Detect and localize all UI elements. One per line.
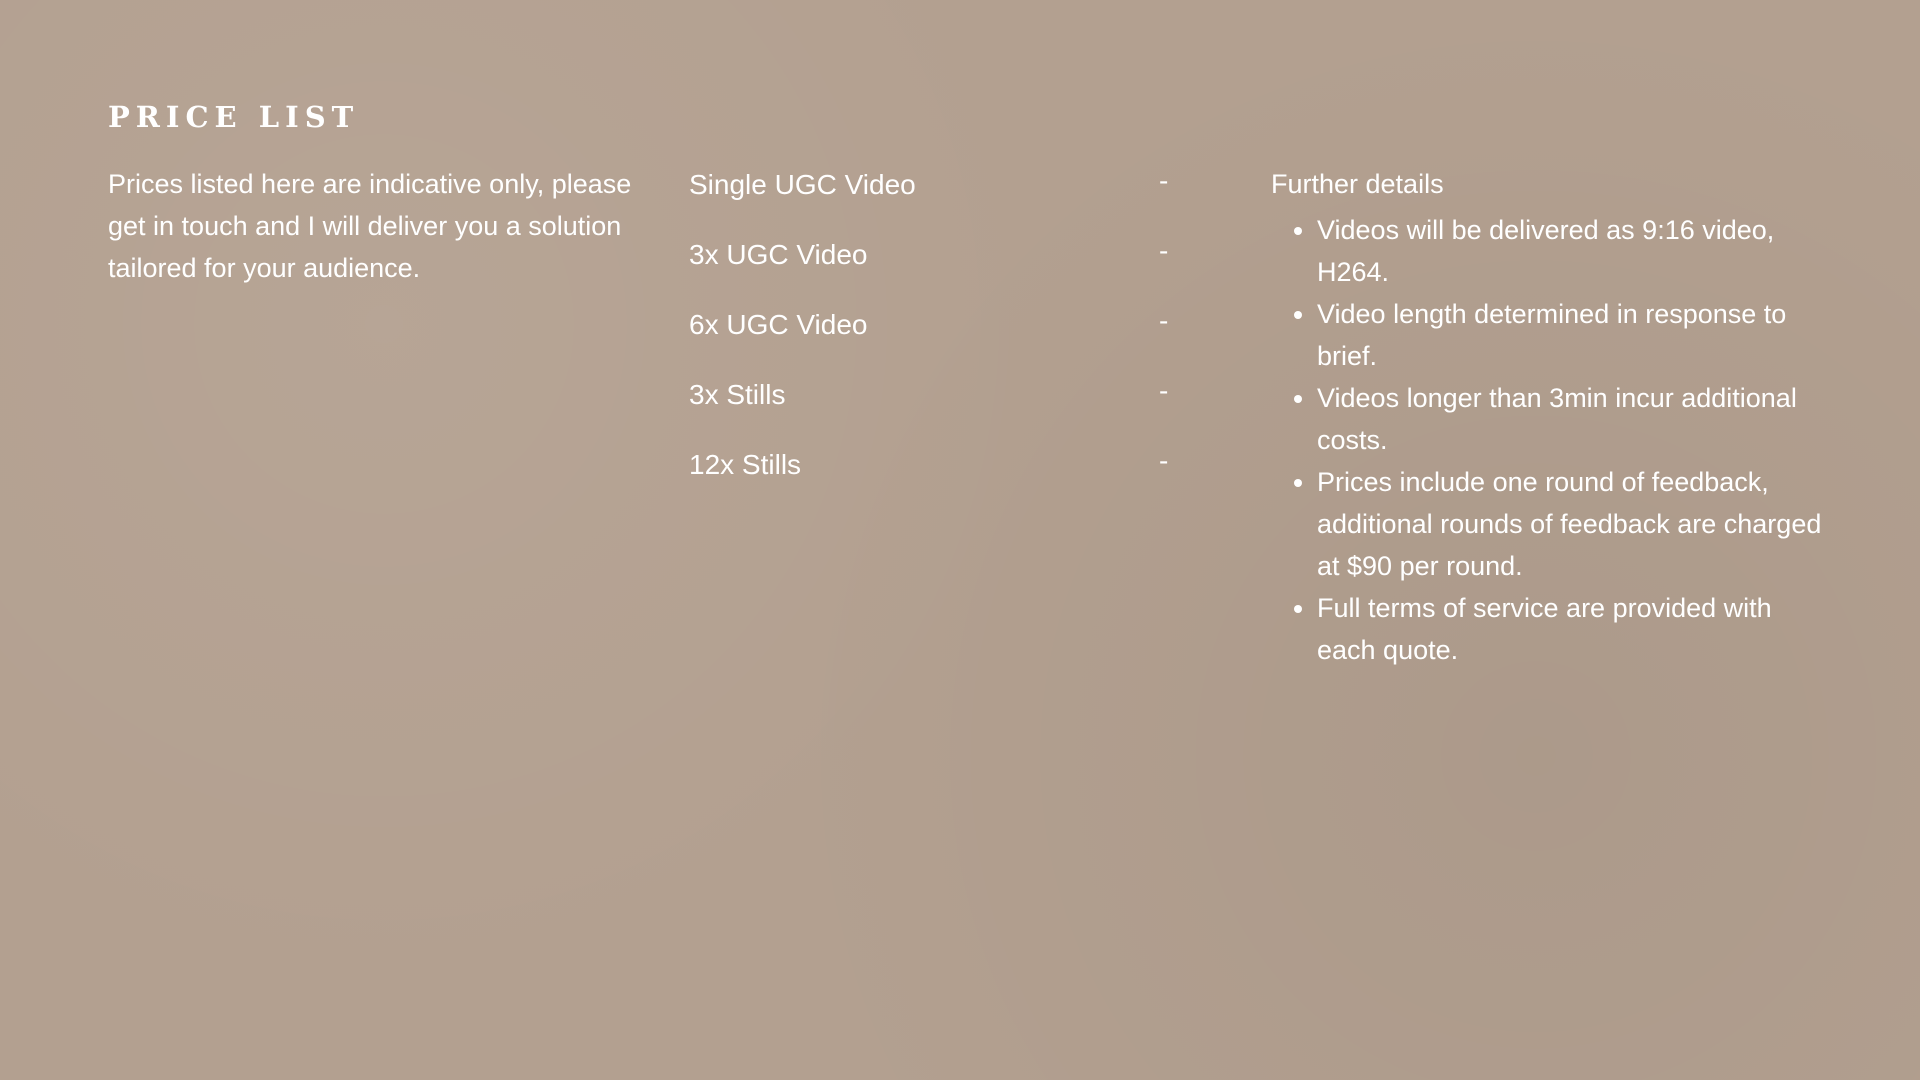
item-price: -	[1159, 235, 1169, 266]
price-list-page: PRICE LIST Prices listed here are indica…	[0, 0, 1920, 1080]
page-title: PRICE LIST	[108, 100, 360, 134]
price-row: Single UGC Video -	[689, 164, 1179, 234]
price-row: 3x UGC Video -	[689, 234, 1179, 304]
item-name: 6x UGC Video	[689, 309, 868, 340]
details-list: Videos will be delivered as 9:16 video, …	[1271, 209, 1831, 671]
item-name: 3x Stills	[689, 379, 786, 410]
details-heading: Further details	[1271, 169, 1444, 199]
item-name: 3x UGC Video	[689, 239, 868, 270]
item-price: -	[1159, 445, 1169, 476]
item-name: 12x Stills	[689, 449, 802, 480]
price-row: 6x UGC Video -	[689, 304, 1179, 374]
details-item: Videos will be delivered as 9:16 video, …	[1317, 209, 1831, 293]
details-item: Full terms of service are provided with …	[1317, 587, 1831, 671]
further-details-section: Further details Videos will be delivered…	[1271, 163, 1831, 671]
price-row: 3x Stills -	[689, 374, 1179, 444]
item-price: -	[1159, 165, 1169, 196]
price-table: Single UGC Video - 3x UGC Video - 6x UGC…	[689, 164, 1179, 514]
item-name: Single UGC Video	[689, 169, 916, 200]
item-price: -	[1159, 305, 1169, 336]
details-item: Prices include one round of feedback, ad…	[1317, 461, 1831, 587]
details-item: Videos longer than 3min incur additional…	[1317, 377, 1831, 461]
intro-text: Prices listed here are indicative only, …	[108, 169, 632, 283]
details-item: Video length determined in response to b…	[1317, 293, 1831, 377]
item-price: -	[1159, 375, 1169, 406]
price-row: 12x Stills -	[689, 444, 1179, 514]
